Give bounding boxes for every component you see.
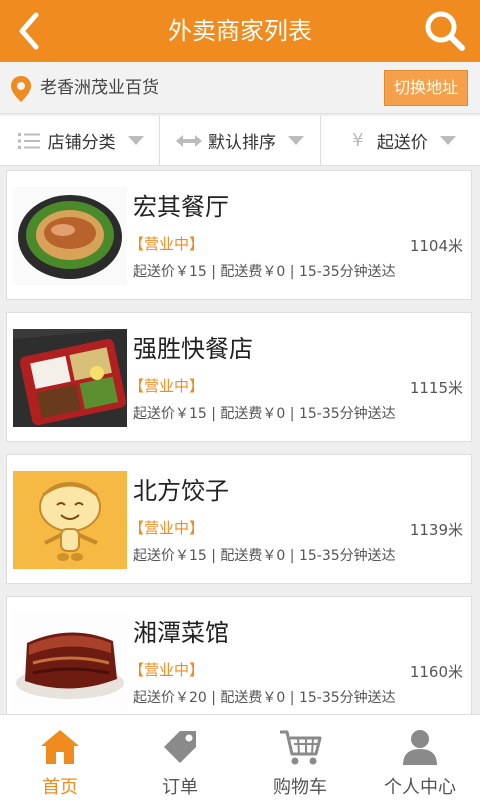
shop-card[interactable]: 强胜快餐店 【营业中】 1115米 起送价￥15 | 配送费￥0 | 15-35… <box>6 312 472 442</box>
switch-address-button[interactable]: 切换地址 <box>384 70 468 106</box>
shop-name: 宏其餐厅 <box>133 193 229 221</box>
shop-list: 宏其餐厅 【营业中】 1104米 起送价￥15 | 配送费￥0 | 15-35分… <box>0 166 480 714</box>
search-icon <box>425 11 465 51</box>
shop-delivery-info: 起送价￥20 | 配送费￥0 | 15-35分钟送达 <box>133 690 396 706</box>
shop-thumbnail <box>13 187 127 285</box>
tab-profile[interactable]: 个人中心 <box>360 715 480 800</box>
shop-card[interactable]: 宏其餐厅 【营业中】 1104米 起送价￥15 | 配送费￥0 | 15-35分… <box>6 170 472 300</box>
filter-min-price[interactable]: ¥ 起送价 <box>321 116 480 165</box>
shop-name: 强胜快餐店 <box>133 335 253 363</box>
current-address: 老香洲茂业百货 <box>40 78 159 98</box>
shop-card[interactable]: 湘潭菜馆 【营业中】 1160米 起送价￥20 | 配送费￥0 | 15-35分… <box>6 596 472 714</box>
tab-home-label: 首页 <box>42 777 78 798</box>
shop-name: 湘潭菜馆 <box>133 619 229 647</box>
status-badge: 【营业中】 <box>129 661 205 679</box>
bottom-tab-bar: 首页 订单 购物车 个人中心 <box>0 714 480 800</box>
chevron-left-icon <box>19 12 39 50</box>
address-bar: 老香洲茂业百货 切换地址 <box>0 62 480 114</box>
tab-profile-label: 个人中心 <box>384 777 456 798</box>
shop-thumbnail <box>13 471 127 569</box>
tab-orders[interactable]: 订单 <box>120 715 240 800</box>
tag-icon <box>164 731 196 763</box>
page-title: 外卖商家列表 <box>168 17 312 45</box>
tab-orders-label: 订单 <box>162 777 198 798</box>
shop-thumbnail <box>13 329 127 427</box>
filter-category-label: 店铺分类 <box>47 133 116 153</box>
shop-distance: 1160米 <box>409 663 463 681</box>
shop-delivery-info: 起送价￥15 | 配送费￥0 | 15-35分钟送达 <box>133 406 396 422</box>
shop-delivery-info: 起送价￥15 | 配送费￥0 | 15-35分钟送达 <box>133 264 396 280</box>
user-icon <box>403 730 437 765</box>
chevron-down-icon <box>439 136 456 145</box>
filter-min-price-label: 起送价 <box>376 133 428 153</box>
status-badge: 【营业中】 <box>129 519 205 537</box>
shop-thumbnail <box>13 613 127 711</box>
filter-sort-label: 默认排序 <box>207 133 276 153</box>
filter-bar: 店铺分类 默认排序 ¥ 起送价 <box>0 116 480 166</box>
shop-name: 北方饺子 <box>133 477 229 505</box>
filter-category[interactable]: 店铺分类 <box>0 116 161 165</box>
back-button[interactable] <box>6 8 52 54</box>
cart-icon <box>280 730 322 765</box>
status-badge: 【营业中】 <box>129 235 205 253</box>
list-icon <box>16 130 42 152</box>
chevron-down-icon <box>287 136 304 145</box>
search-button[interactable] <box>422 8 468 54</box>
shop-distance: 1104米 <box>409 237 463 255</box>
tab-home[interactable]: 首页 <box>0 715 120 800</box>
status-badge: 【营业中】 <box>129 377 205 395</box>
tab-cart-label: 购物车 <box>273 777 327 798</box>
home-icon <box>41 730 79 764</box>
tab-cart[interactable]: 购物车 <box>240 715 360 800</box>
yen-icon: ¥ <box>352 130 364 151</box>
sort-arrows-icon <box>175 130 202 152</box>
shop-card[interactable]: 北方饺子 【营业中】 1139米 起送价￥15 | 配送费￥0 | 15-35分… <box>6 454 472 584</box>
shop-delivery-info: 起送价￥15 | 配送费￥0 | 15-35分钟送达 <box>133 548 396 564</box>
filter-sort[interactable]: 默认排序 <box>160 116 321 165</box>
location-pin-icon <box>11 76 31 102</box>
chevron-down-icon <box>127 136 144 145</box>
top-bar: 外卖商家列表 <box>0 0 480 62</box>
shop-distance: 1139米 <box>409 521 463 539</box>
shop-distance: 1115米 <box>409 379 463 397</box>
